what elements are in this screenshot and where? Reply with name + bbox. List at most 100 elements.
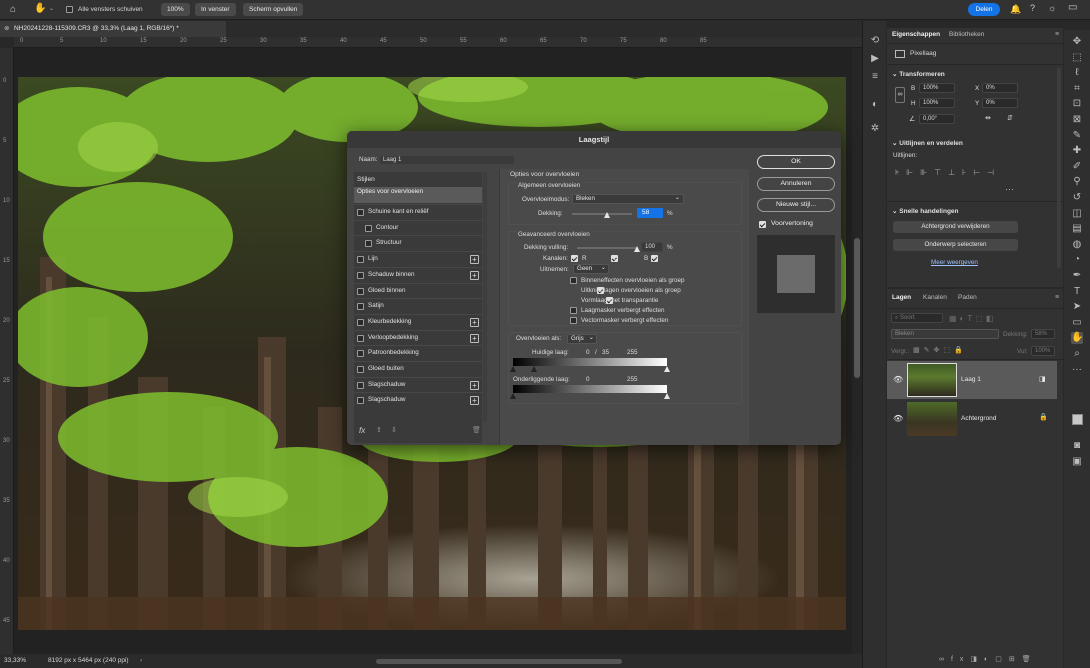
add-effect-icon[interactable]: + xyxy=(470,255,479,265)
style-item[interactable]: Contour xyxy=(354,219,482,235)
lightbulb-icon[interactable]: ☼ xyxy=(1048,3,1056,13)
style-item[interactable]: Structuur xyxy=(354,235,482,250)
move-down-icon[interactable]: ⇩ xyxy=(391,426,397,434)
style-checkbox[interactable] xyxy=(357,318,364,326)
style-checkbox[interactable] xyxy=(357,334,364,342)
layer-name[interactable]: Laag 1 xyxy=(961,376,981,383)
workspace-icon[interactable]: ▭ xyxy=(1068,2,1077,13)
object-select-icon[interactable]: ⌗ xyxy=(1071,83,1083,95)
fill-slider-thumb[interactable] xyxy=(634,246,640,252)
panel-scrollbar[interactable] xyxy=(1057,68,1061,268)
style-item[interactable]: Kleurbedekking + xyxy=(354,313,482,329)
chevron-right-icon[interactable]: › xyxy=(140,654,142,668)
path-select-icon[interactable]: ➤ xyxy=(1071,301,1083,313)
this-layer-white-thumb[interactable] xyxy=(664,366,670,372)
brush-icon[interactable]: ✐ xyxy=(1071,161,1083,173)
remove-background-button[interactable]: Achtergrond verwijderen xyxy=(893,221,1018,233)
style-checkbox[interactable] xyxy=(365,224,372,232)
style-checkbox[interactable] xyxy=(357,303,364,311)
panel-menu-icon[interactable]: ≡ xyxy=(1055,294,1059,301)
blend-interior-checkbox[interactable] xyxy=(570,277,577,284)
adjustments-icon[interactable]: ≡ xyxy=(869,71,881,83)
document-tab[interactable]: ⊗ NH20241228-115309.CR3 @ 33,3% (Laag 1,… xyxy=(0,21,226,37)
add-effect-icon[interactable]: + xyxy=(470,380,479,390)
dodge-icon[interactable]: ◔ xyxy=(1071,254,1083,266)
tab-paths[interactable]: Paden xyxy=(958,291,977,305)
history-brush-icon[interactable]: ↺ xyxy=(1071,192,1083,204)
opacity-slider-thumb[interactable] xyxy=(603,212,610,218)
align-icons-row[interactable]: ⊧⊩⊪⊤⊥⊦⊢⊣ xyxy=(895,168,1010,178)
style-checkbox[interactable] xyxy=(365,240,372,248)
color-icon[interactable]: ◐ xyxy=(869,99,881,111)
style-item[interactable]: Patroonbedekking xyxy=(354,345,482,360)
fill-slider-track[interactable] xyxy=(577,247,637,249)
layer-row[interactable]: 👁 Achtergrond 🔒 xyxy=(887,400,1057,438)
style-name-input[interactable]: Laag 1 xyxy=(379,155,515,165)
tab-layers[interactable]: Lagen xyxy=(892,291,911,305)
vertical-scrollbar[interactable] xyxy=(852,48,862,654)
pen-icon[interactable]: ✒ xyxy=(1071,270,1083,282)
opacity-input[interactable]: 58 xyxy=(637,208,663,218)
transform-section-title[interactable]: ⌄ Transformeren xyxy=(892,70,945,78)
fill-opacity-input[interactable]: 100 xyxy=(641,242,663,252)
flip-vertical-icon[interactable]: ⇵ xyxy=(1007,114,1013,122)
eye-icon[interactable]: 👁 xyxy=(893,375,903,384)
filter-icons[interactable]: ▦◐T⬚◧ xyxy=(949,314,1049,323)
preview-checkbox[interactable] xyxy=(759,221,766,228)
style-item[interactable]: Lijn + xyxy=(354,251,482,266)
screen-mode-icon[interactable]: ▣ xyxy=(1071,456,1083,468)
flip-horizontal-icon[interactable]: ⇹ xyxy=(985,114,991,122)
bell-icon[interactable]: 🔔 xyxy=(1010,4,1021,15)
blur-icon[interactable]: ◍ xyxy=(1071,239,1083,251)
style-checkbox[interactable] xyxy=(357,381,364,389)
opacity-input[interactable]: 58% xyxy=(1031,329,1055,339)
style-checkbox[interactable] xyxy=(357,271,364,279)
help-icon[interactable]: ? xyxy=(1030,3,1035,13)
all-windows-checkbox[interactable] xyxy=(66,6,73,13)
zoom-icon[interactable]: ⌕ xyxy=(1071,348,1083,360)
fill-screen-button[interactable]: Scherm opvullen xyxy=(243,3,304,16)
align-section-title[interactable]: ⌄ Uitlijnen en verdelen xyxy=(892,139,963,147)
style-checkbox[interactable] xyxy=(357,256,364,264)
zoom-readout[interactable]: 33,33% xyxy=(4,654,26,668)
panel-menu-icon[interactable]: ≡ xyxy=(1055,31,1059,38)
quick-mask-icon[interactable]: ◙ xyxy=(1071,440,1083,452)
y-input[interactable]: 0% xyxy=(982,98,1018,108)
style-checkbox[interactable] xyxy=(357,287,364,295)
marquee-icon[interactable]: ⬚ xyxy=(1071,52,1083,64)
style-item[interactable]: Verloopbedekking + xyxy=(354,329,482,345)
eraser-icon[interactable]: ◫ xyxy=(1071,208,1083,220)
layer-mask-hides-checkbox[interactable] xyxy=(570,307,577,314)
hand-tool-icon[interactable]: ✋ xyxy=(34,3,46,14)
layer-name[interactable]: Achtergrond xyxy=(961,415,996,422)
tab-channels[interactable]: Kanalen xyxy=(923,291,947,305)
blend-mode-select[interactable]: Bleken ⌄ xyxy=(572,194,684,204)
trash-icon[interactable]: 🗑 xyxy=(472,426,481,434)
layer-footer-icons[interactable]: ∞fx◨◐▢⊞🗑 xyxy=(939,655,1038,663)
add-effect-icon[interactable]: + xyxy=(470,333,479,343)
fit-window-button[interactable]: In venster xyxy=(195,3,236,16)
cancel-button[interactable]: Annuleren xyxy=(757,177,835,191)
style-item[interactable]: Gloed buiten xyxy=(354,361,482,376)
lock-icons[interactable]: ▩✎✥⬚🔒 xyxy=(913,346,967,354)
more-options-icon[interactable]: ··· xyxy=(1005,184,1014,194)
quick-actions-title[interactable]: ⌄ Snelle handelingen xyxy=(892,207,959,215)
add-effect-icon[interactable]: + xyxy=(470,317,479,327)
select-subject-button[interactable]: Onderwerp selecteren xyxy=(893,239,1018,251)
fx-icon[interactable]: fx xyxy=(359,426,365,435)
styles-header[interactable]: Stijlen xyxy=(357,176,375,183)
history-icon[interactable]: ⟲ xyxy=(869,35,881,47)
angle-input[interactable]: 0,00° xyxy=(919,114,955,124)
home-icon[interactable]: ⌂ xyxy=(10,4,16,15)
underlying-black-thumb[interactable] xyxy=(510,393,516,399)
hand-icon[interactable]: ✋ xyxy=(1071,332,1083,345)
move-icon[interactable]: ✥ xyxy=(1071,36,1083,48)
this-layer-black-thumb[interactable] xyxy=(510,366,516,372)
tab-libraries[interactable]: Bibliotheken xyxy=(949,28,984,42)
fill-input[interactable]: 100% xyxy=(1031,346,1055,356)
layer-row[interactable]: 👁 Laag 1 ◨ xyxy=(887,361,1057,399)
eyedropper-icon[interactable]: ✎ xyxy=(1071,130,1083,142)
chevron-down-icon[interactable]: ⌄ xyxy=(49,5,54,12)
shape-icon[interactable]: ▭ xyxy=(1071,317,1083,329)
layer-style-icon[interactable]: ◨ xyxy=(1039,375,1046,383)
